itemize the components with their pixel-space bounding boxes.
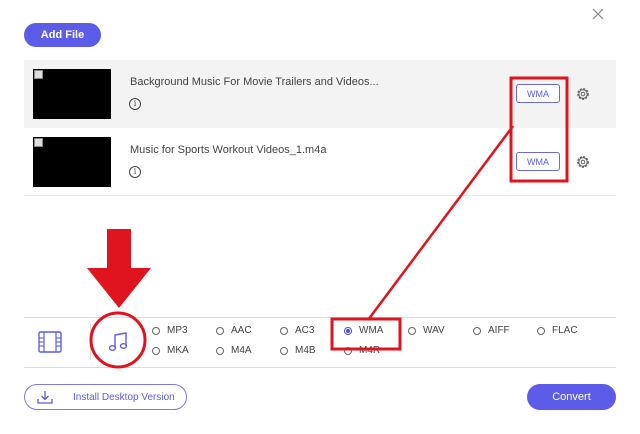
format-option-ac3[interactable]: AC3 [280,325,314,336]
radio-icon [408,326,416,335]
download-icon [37,391,53,404]
divider [90,324,91,360]
format-option-label: M4A [231,345,252,356]
video-thumbnail [33,69,111,119]
format-option-mka[interactable]: MKA [152,345,189,356]
format-option-label: WAV [423,325,445,336]
format-option-m4r[interactable]: M4R [344,345,380,356]
format-option-m4a[interactable]: M4A [216,345,252,356]
info-icon[interactable]: i [129,166,141,178]
radio-icon [344,346,352,355]
radio-icon [216,346,224,355]
format-option-mp3[interactable]: MP3 [152,325,188,336]
gear-icon[interactable] [575,154,591,170]
format-option-wav[interactable]: WAV [408,325,445,336]
info-icon[interactable]: i [129,98,141,110]
install-label: Install Desktop Version [73,391,175,403]
divider [24,367,616,368]
radio-icon [152,346,160,355]
format-option-label: FLAC [552,325,578,336]
annotation-arrow-icon [87,229,151,308]
divider [24,317,616,318]
convert-button[interactable]: Convert [527,384,616,410]
broken-image-icon [34,70,43,79]
format-option-label: AIFF [488,325,510,336]
broken-image-icon [34,138,43,147]
format-option-label: AC3 [295,325,315,336]
file-row: Music for Sports Workout Videos_1.m4a i … [24,128,616,196]
radio-icon [280,326,288,335]
format-option-flac[interactable]: FLAC [537,325,578,336]
close-icon[interactable] [588,4,608,24]
install-desktop-button[interactable]: Install Desktop Version [24,384,187,410]
file-row: Background Music For Movie Trailers and … [24,60,616,128]
file-name: Background Music For Movie Trailers and … [130,76,379,88]
radio-icon [473,326,481,335]
radio-icon [216,326,224,335]
file-name: Music for Sports Workout Videos_1.m4a [130,144,327,156]
format-option-wma[interactable]: WMA [344,325,383,336]
video-format-tab-icon[interactable] [38,331,62,353]
output-format-button[interactable]: WMA [516,84,560,103]
video-thumbnail [33,137,111,187]
output-format-button[interactable]: WMA [516,152,560,171]
format-option-aiff[interactable]: AIFF [473,325,510,336]
format-option-label: WMA [359,325,384,336]
radio-icon [152,326,160,335]
radio-icon [280,346,288,355]
format-option-label: MP3 [167,325,188,336]
format-option-m4b[interactable]: M4B [280,345,316,356]
radio-icon [537,326,545,335]
format-option-aac[interactable]: AAC [216,325,252,336]
music-note-icon[interactable] [106,330,130,354]
format-option-label: AAC [231,325,252,336]
format-option-label: M4R [359,345,381,356]
format-option-label: MKA [167,345,189,356]
add-file-button[interactable]: Add File [24,23,101,47]
format-option-label: M4B [295,345,316,356]
gear-icon[interactable] [575,86,591,102]
radio-selected-icon [344,326,352,335]
